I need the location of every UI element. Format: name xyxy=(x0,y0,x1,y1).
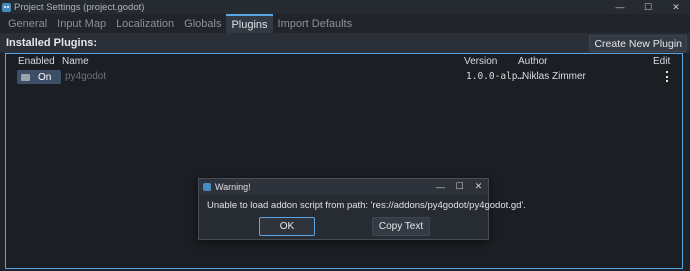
checkbox-icon xyxy=(21,73,30,81)
warning-dialog: Warning! — ☐ ✕ Unable to load addon scri… xyxy=(198,178,526,240)
dialog-minimize-button[interactable]: — xyxy=(431,179,450,194)
column-header-edit[interactable]: Edit xyxy=(653,56,670,68)
edit-icon[interactable] xyxy=(665,71,669,82)
plugin-enabled-toggle[interactable]: On xyxy=(17,70,61,84)
tab-globals[interactable]: Globals xyxy=(179,14,226,33)
plugin-version: 1.0.0-alp… xyxy=(466,71,524,82)
dialog-title: Warning! xyxy=(215,181,251,192)
dialog-controls: — ☐ ✕ xyxy=(431,179,488,194)
plugins-header: Installed Plugins: Create New Plugin xyxy=(0,33,690,53)
dialog-maximize-button[interactable]: ☐ xyxy=(450,179,469,194)
settings-tabs: General Input Map Localization Globals P… xyxy=(0,14,690,33)
toggle-label: On xyxy=(38,71,52,83)
window-titlebar: Project Settings (project.godot) — ☐ ✕ xyxy=(0,0,690,14)
godot-dialog-icon xyxy=(203,182,211,191)
maximize-button[interactable]: ☐ xyxy=(634,0,662,14)
table-row[interactable]: On py4godot 1.0.0-alp… Niklas Zimmer xyxy=(6,70,682,84)
dialog-titlebar: Warning! — ☐ ✕ xyxy=(199,179,488,194)
column-header-enabled[interactable]: Enabled xyxy=(18,56,55,68)
plugin-name: py4godot xyxy=(65,71,107,82)
tab-plugins[interactable]: Plugins xyxy=(226,14,273,33)
dialog-message: Unable to load addon script from path: '… xyxy=(207,200,526,211)
tab-general[interactable]: General xyxy=(3,14,52,33)
window-title: Project Settings (project.godot) xyxy=(14,1,145,13)
column-header-version[interactable]: Version xyxy=(464,56,497,68)
window-controls: — ☐ ✕ xyxy=(606,0,690,14)
tab-input-map[interactable]: Input Map xyxy=(52,14,111,33)
godot-app-icon xyxy=(2,2,11,12)
create-new-plugin-button[interactable]: Create New Plugin xyxy=(589,35,687,52)
plugin-author: Niklas Zimmer xyxy=(522,71,586,82)
minimize-button[interactable]: — xyxy=(606,0,634,14)
dialog-close-button[interactable]: ✕ xyxy=(469,179,488,194)
tab-import-defaults[interactable]: Import Defaults xyxy=(273,14,358,33)
copy-text-button[interactable]: Copy Text xyxy=(372,217,430,236)
column-header-name[interactable]: Name xyxy=(62,56,89,68)
tab-localization[interactable]: Localization xyxy=(111,14,179,33)
close-button[interactable]: ✕ xyxy=(662,0,690,14)
installed-plugins-title: Installed Plugins: xyxy=(6,37,98,49)
column-header-author[interactable]: Author xyxy=(518,56,547,68)
ok-button[interactable]: OK xyxy=(259,217,315,236)
